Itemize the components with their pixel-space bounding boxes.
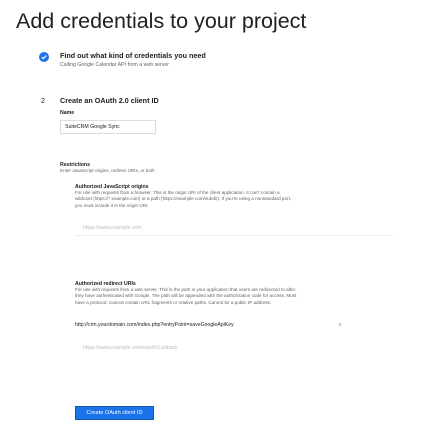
create-oauth-client-id-button[interactable]: Create OAuth client ID	[75, 406, 154, 420]
step2-number: 2	[41, 96, 45, 105]
redirect-uri-value[interactable]: http://crm.yourdomain.com/index.php?entr…	[75, 320, 325, 330]
js-origins-help: For use with requests from a browser. Th…	[75, 190, 292, 208]
step1-title[interactable]: Find out what kind of credentials you ne…	[60, 51, 206, 60]
remove-uri-icon[interactable]: ×	[338, 322, 342, 329]
redirect-uris-help: For use with requests from a web server.…	[75, 287, 297, 305]
section-divider	[75, 235, 393, 236]
page-title: Add credentials to your project	[16, 9, 307, 33]
js-origins-input[interactable]: https://www.example.com	[83, 223, 273, 233]
name-label: Name	[60, 110, 75, 116]
redirect-uri-input[interactable]: https://www.example.com/oauth2callback	[83, 343, 273, 353]
restrictions-help: Enter JavaScript origins, redirect URIs,…	[60, 168, 155, 173]
step2-title: Create an OAuth 2.0 client ID	[60, 96, 159, 105]
step1-subtitle: Calling Google Calendar API from a web s…	[60, 62, 169, 68]
step-complete-check-icon	[39, 52, 49, 62]
name-field[interactable]: SuiteCRM Google Sync	[60, 120, 156, 134]
